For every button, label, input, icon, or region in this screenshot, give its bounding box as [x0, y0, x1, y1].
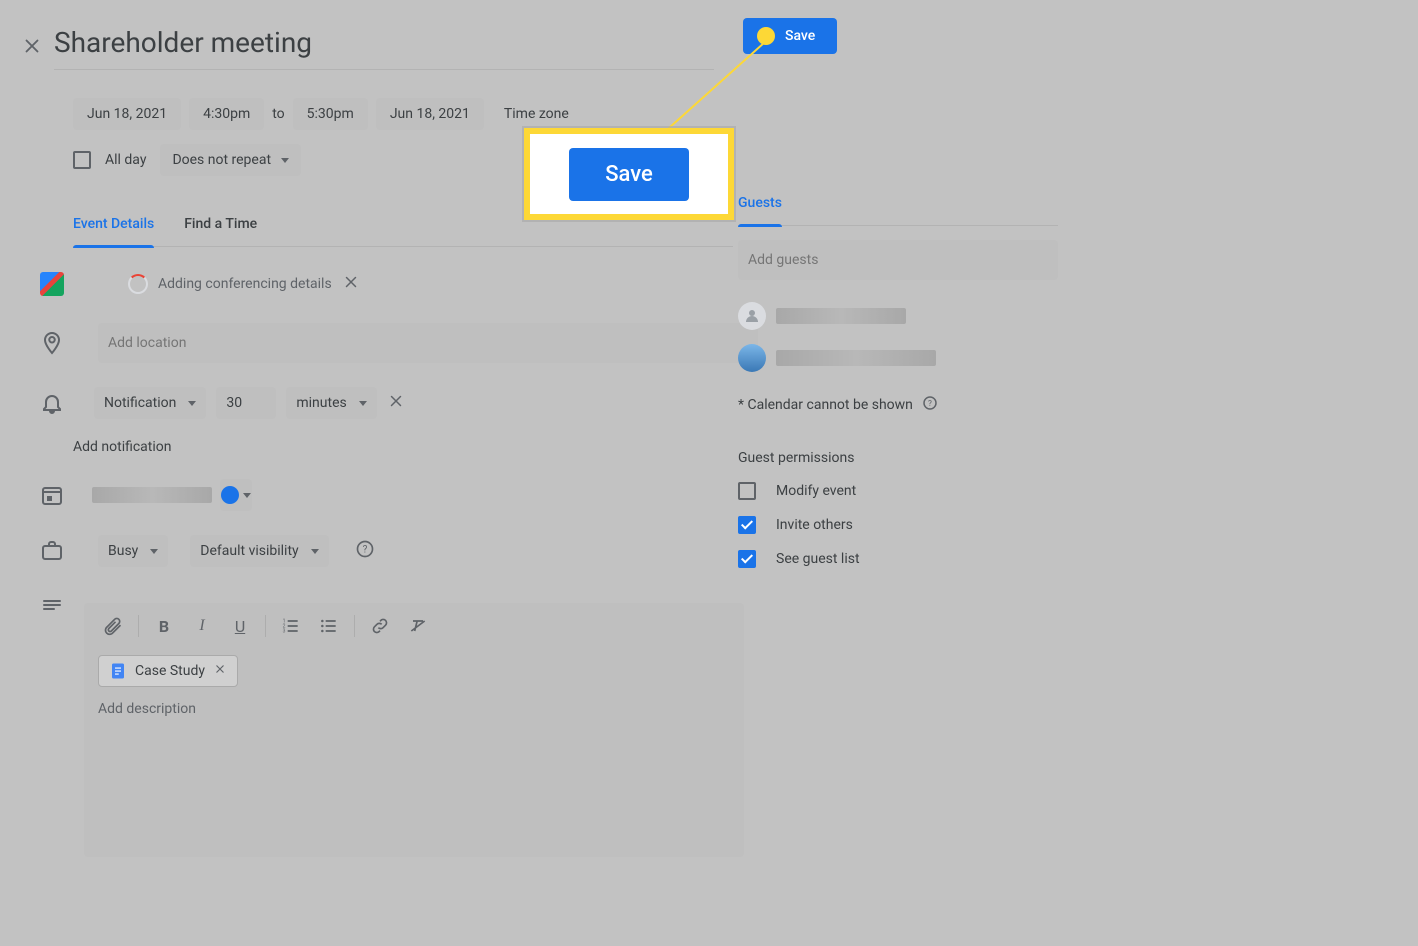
guest-permissions-title: Guest permissions: [738, 450, 1058, 466]
perm-modify-checkbox[interactable]: [738, 482, 756, 500]
chevron-down-icon: [188, 401, 196, 406]
description-icon: [40, 595, 84, 619]
calendar-owner-name-redacted: [92, 487, 212, 503]
add-guests-input[interactable]: [738, 240, 1058, 280]
underline-icon[interactable]: U: [227, 613, 253, 639]
svg-text:3: 3: [283, 629, 286, 635]
chevron-down-icon: [311, 549, 319, 554]
bell-icon: [40, 391, 84, 415]
notification-value-input[interactable]: [216, 387, 276, 419]
perm-invite-checkbox[interactable]: [738, 516, 756, 534]
color-dot-icon: [221, 486, 239, 504]
guest-list-item[interactable]: [738, 344, 1058, 372]
avatar: [738, 302, 766, 330]
help-icon[interactable]: ?: [921, 394, 939, 416]
conferencing-status-row: Adding conferencing details: [98, 273, 360, 295]
remove-attachment-icon[interactable]: [213, 662, 227, 680]
tab-find-a-time[interactable]: Find a Time: [184, 216, 257, 246]
calendar-icon: [40, 483, 84, 507]
callout-save-button: Save: [569, 148, 689, 201]
availability-select[interactable]: Busy: [98, 535, 168, 567]
clear-format-icon[interactable]: [405, 613, 431, 639]
guest-name-redacted: [776, 350, 936, 366]
attachment-icon[interactable]: [100, 613, 126, 639]
close-icon[interactable]: [20, 34, 44, 58]
spinner-icon: [128, 274, 148, 294]
to-label: to: [272, 106, 284, 122]
visibility-select[interactable]: Default visibility: [190, 535, 328, 567]
recurrence-select[interactable]: Does not repeat: [160, 144, 301, 176]
perm-modify-label: Modify event: [776, 483, 856, 499]
save-button-label: Save: [785, 28, 815, 44]
attachment-chip[interactable]: Case Study: [98, 655, 238, 687]
help-icon[interactable]: ?: [355, 539, 375, 563]
description-input[interactable]: Add description: [84, 695, 744, 717]
start-time-chip[interactable]: 4:30pm: [189, 98, 264, 130]
event-title-input[interactable]: [54, 22, 714, 70]
perm-see-checkbox[interactable]: [738, 550, 756, 568]
google-doc-icon: [109, 662, 127, 680]
timezone-button[interactable]: Time zone: [504, 106, 569, 122]
event-color-select[interactable]: [220, 479, 252, 511]
tab-event-details[interactable]: Event Details: [73, 216, 154, 246]
location-input[interactable]: [98, 323, 758, 363]
svg-text:?: ?: [928, 399, 932, 409]
tab-guests[interactable]: Guests: [738, 195, 782, 225]
event-editor-modal: Save Jun 18, 2021 4:30pm to 5:30pm Jun 1…: [0, 0, 1418, 946]
numbered-list-icon[interactable]: 123: [278, 613, 304, 639]
conferencing-status-label: Adding conferencing details: [158, 276, 332, 292]
chevron-down-icon: [359, 401, 367, 406]
callout-highlight: Save: [524, 128, 734, 220]
bold-icon[interactable]: B: [151, 613, 177, 639]
bulleted-list-icon[interactable]: [316, 613, 342, 639]
description-panel: B I U 123 Case Study: [84, 603, 744, 857]
end-date-chip[interactable]: Jun 18, 2021: [376, 98, 484, 130]
remove-conferencing-button[interactable]: [342, 273, 360, 295]
guest-name-redacted: [776, 308, 906, 324]
all-day-label: All day: [105, 152, 146, 168]
start-date-chip[interactable]: Jun 18, 2021: [73, 98, 181, 130]
avatar: [738, 344, 766, 372]
italic-icon[interactable]: I: [189, 613, 215, 639]
remove-notification-button[interactable]: [387, 392, 405, 414]
chevron-down-icon: [150, 549, 158, 554]
location-icon: [40, 331, 84, 355]
chevron-down-icon: [281, 158, 289, 163]
notification-type-select[interactable]: Notification: [94, 387, 206, 419]
guest-list-item[interactable]: [738, 302, 1058, 330]
briefcase-icon: [40, 539, 84, 563]
chevron-down-icon: [243, 493, 251, 498]
svg-text:?: ?: [362, 544, 367, 555]
perm-invite-label: Invite others: [776, 517, 853, 533]
end-time-chip[interactable]: 5:30pm: [293, 98, 368, 130]
calendar-visibility-note: * Calendar cannot be shown: [738, 397, 913, 413]
google-meet-icon: [40, 272, 64, 296]
perm-see-label: See guest list: [776, 551, 860, 567]
all-day-checkbox[interactable]: [73, 151, 91, 169]
notification-unit-select[interactable]: minutes: [286, 387, 376, 419]
attachment-label: Case Study: [135, 663, 205, 679]
recurrence-label: Does not repeat: [172, 152, 271, 168]
link-icon[interactable]: [367, 613, 393, 639]
